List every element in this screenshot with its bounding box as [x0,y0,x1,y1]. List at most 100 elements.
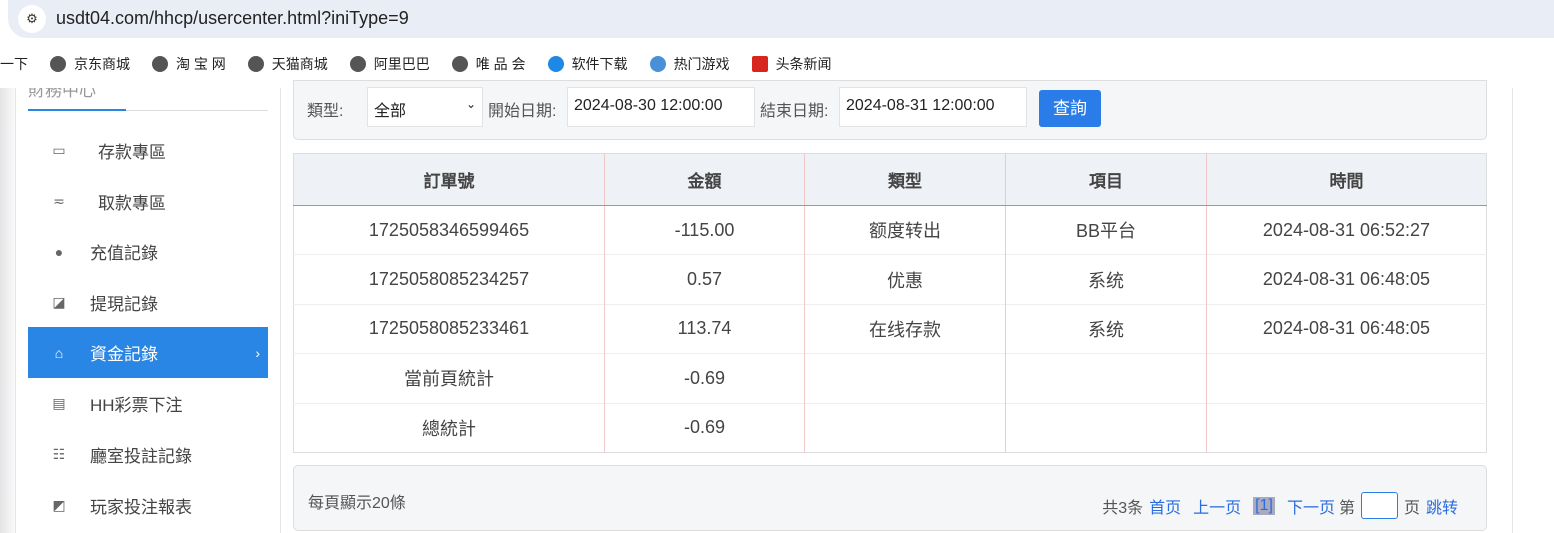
table-cell: 1725058085234257 [293,254,605,305]
pagination: 共3条 首页 上一页 [1] 下一页 第 页 跳转 [1102,492,1464,519]
col-time: 時間 [1206,153,1487,206]
sidebar-item-lottery-bets[interactable]: ▤ HH彩票下注 [28,378,268,429]
sidebar-item-label: 存款專區 [98,143,166,162]
table-row: 總統計 -0.69 [293,402,1487,453]
bookmark-label: 头条新闻 [775,56,832,72]
bookmark-label: 淘 宝 网 [176,56,226,72]
bookmark-label: 京东商城 [74,56,130,72]
funds-icon: ⌂ [54,344,64,361]
table-cell: 總統計 [293,402,605,453]
sidebar: 財務中心 ▭ 存款專區 ≂ 取款專區 ● 充值記錄 ◪ 提現記錄 ⌂ 資金記錄 › ▤ HH彩… [15,88,281,533]
sidebar-item-withdraw[interactable]: ≂ 取款專區 [28,176,268,227]
bookmark[interactable]: 头条新闻 [751,54,832,74]
filter-bar: 類型: 全部 ⌄ 開始日期: 2024-08-30 12:00:00 結束日期: … [293,80,1487,140]
table-cell [1005,402,1207,453]
current-page[interactable]: [1] [1253,496,1275,515]
type-select[interactable]: 全部 ⌄ [367,87,483,127]
table-cell: 系统 [1005,254,1207,305]
table-cell: 2024-08-31 06:48:05 [1206,303,1487,354]
sidebar-item-label: 充值記錄 [90,244,158,263]
sidebar-title: 財務中心 [28,88,96,100]
bookmark-label: 软件下载 [571,56,628,72]
money-bag-icon: ● [54,243,64,260]
table-cell: 1725058085233461 [293,303,605,354]
ticket-icon: ▤ [52,395,66,411]
col-amount: 金額 [604,153,805,206]
globe-icon [152,56,168,72]
bookmark[interactable]: 淘 宝 网 [152,54,226,74]
globe-icon [349,56,366,72]
bookmark[interactable]: 阿里巴巴 [349,54,430,74]
sidebar-item-deposit[interactable]: ▭ 存款專區 [28,125,268,176]
sidebar-item-withdraw-records[interactable]: ◪ 提現記錄 [28,277,268,328]
bookmark[interactable]: 唯 品 会 [451,54,526,74]
site-info-icon[interactable]: ⚙ [18,5,46,33]
sidebar-item-label: 玩家投注報表 [90,498,192,517]
sidebar-item-player-report[interactable]: ◩ 玩家投注報表 [28,480,268,531]
table-cell [1206,353,1487,404]
table-cell: 113.74 [604,303,805,354]
globe-icon [451,56,468,72]
jump-link[interactable]: 跳转 [1426,494,1458,518]
end-date-input[interactable]: 2024-08-31 12:00:00 [839,87,1027,127]
table-row: 1725058346599465 -115.00 额度转出 BB平台 2024-08-3… [293,204,1487,255]
table-cell: 系统 [1005,303,1207,354]
first-page-link[interactable]: 首页 [1149,494,1181,518]
globe-icon [247,56,264,72]
table-cell [1206,402,1487,453]
table-cell [804,353,1006,404]
table-cell: 2024-08-31 06:48:05 [1206,254,1487,305]
sidebar-item-label: 取款專區 [98,194,166,213]
chevron-down-icon: ⌄ [465,97,476,111]
chart-icon: ◩ [52,497,66,513]
table-cell: 额度转出 [804,204,1006,255]
query-button[interactable]: 查詢 [1039,90,1101,127]
divider [28,109,268,111]
sidebar-item-hall-bets[interactable]: ☷ 廳室投註記錄 [28,429,268,480]
bookmark[interactable]: 软件下载 [547,54,628,74]
prev-page-link[interactable]: 上一页 [1193,494,1241,518]
end-date-label: 結束日期: [760,103,829,120]
url-text[interactable]: usdt04.com/hhcp/usercenter.html?iniType=… [56,8,409,29]
table-row: 1725058085234257 0.57 优惠 系统 2024-08-31 06:48… [293,254,1487,305]
sidebar-item-label: 提現記錄 [90,295,158,314]
type-label: 類型: [307,103,344,120]
sidebar-item-fund-records[interactable]: ⌂ 資金記錄 › [28,327,268,378]
right-panel-edge [1512,88,1554,533]
bookmark[interactable]: 天猫商城 [247,54,328,74]
globe-icon [50,56,66,72]
bookmark[interactable]: 京东商城 [50,54,130,74]
bookmark-label: 一下 [0,56,28,72]
table-cell: 1725058346599465 [293,204,605,255]
sidebar-item-recharge-records[interactable]: ● 充值記錄 [28,226,268,277]
bookmark[interactable]: 热门游戏 [649,54,730,74]
fund-records-table: 訂單號 金額 類型 項目 時間 1725058346599465 -115.00 额… [293,153,1487,453]
col-type: 類型 [804,153,1006,206]
table-row: 當前頁統計 -0.69 [293,353,1487,404]
pagination-bar: 每頁顯示20條 共3条 首页 上一页 [1] 下一页 第 页 跳转 [293,465,1487,531]
wallet-icon: ◪ [52,294,66,310]
list-icon: ☷ [52,446,66,462]
toutiao-icon [751,56,768,72]
sidebar-item-label: HH彩票下注 [90,396,183,415]
bookmark-label: 唯 品 会 [475,56,526,72]
total-count: 共3条 [1102,499,1144,517]
bookmark-label: 阿里巴巴 [373,56,430,72]
bookmark[interactable]: 一下 [0,54,28,74]
hand-money-icon: ≂ [53,193,65,209]
table-cell: -115.00 [604,204,805,255]
card-icon: ▭ [52,142,66,158]
per-page-text: 每頁顯示20條 [308,495,406,512]
table-cell: 在线存款 [804,303,1006,354]
page-prefix: 第 [1338,499,1355,517]
address-bar[interactable]: ⚙ usdt04.com/hhcp/usercenter.html?iniTyp… [8,0,1554,38]
start-date-input[interactable]: 2024-08-30 12:00:00 [567,87,755,127]
chevron-right-icon: › [255,344,260,361]
table-cell: 优惠 [804,254,1006,305]
bookmark-label: 天猫商城 [271,56,328,72]
bookmark-label: 热门游戏 [673,56,730,72]
table-cell: BB平台 [1005,204,1207,255]
page-number-input[interactable] [1360,492,1398,519]
download-icon [547,56,564,72]
next-page-link[interactable]: 下一页 [1287,494,1335,518]
